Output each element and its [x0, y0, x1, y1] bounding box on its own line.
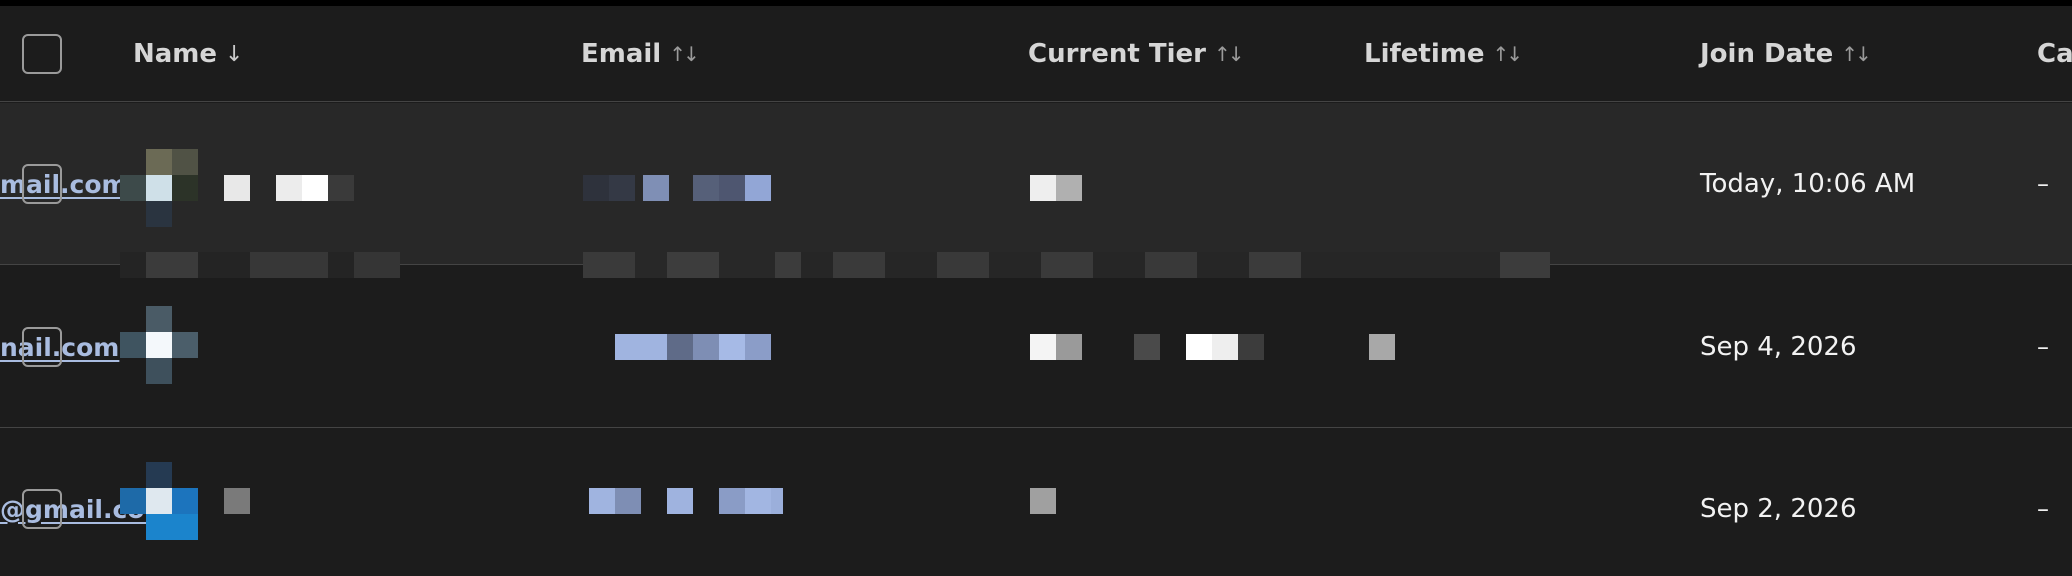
join-date-cell: Today, 10:06 AM: [1700, 103, 1915, 265]
row-checkbox[interactable]: [22, 489, 62, 529]
column-header-cancel[interactable]: Ca: [2037, 6, 2072, 102]
tier-redacted: [1030, 488, 1058, 516]
tier-redacted: [1030, 175, 1086, 203]
cancel-value: –: [2037, 170, 2049, 198]
cancel-cell: –: [2037, 103, 2049, 265]
table-header: Name ↓ Email ↑↓ Current Tier ↑↓ Lifetime…: [0, 6, 2072, 102]
row-select-cell: [22, 428, 62, 576]
join-date: Today, 10:06 AM: [1700, 169, 1916, 199]
column-header-cancel-label: Ca: [2037, 39, 2072, 69]
column-header-email-label: Email: [581, 39, 662, 69]
join-date: Sep 4, 2026: [1700, 332, 1857, 362]
column-header-lifetime-label: Lifetime: [1364, 39, 1485, 69]
column-header-current-tier-label: Current Tier: [1028, 39, 1206, 69]
row-checkbox[interactable]: [22, 164, 62, 204]
members-table-page: Name ↓ Email ↑↓ Current Tier ↑↓ Lifetime…: [0, 0, 2072, 576]
arrow-down-icon: ↓: [225, 41, 244, 67]
tier-redacted: [1030, 334, 1400, 362]
cancel-cell: –: [2037, 266, 2049, 428]
column-header-lifetime[interactable]: Lifetime ↑↓: [1364, 6, 1523, 102]
email-redacted: [583, 488, 793, 516]
join-date-cell: Sep 2, 2026: [1700, 428, 1857, 576]
column-header-join-date-label: Join Date: [1700, 39, 1834, 69]
name-redacted: [224, 175, 354, 203]
cancel-cell: –: [2037, 428, 2049, 576]
column-header-email[interactable]: Email ↑↓: [581, 6, 700, 102]
sort-updown-icon: ↑↓: [1492, 42, 1523, 66]
column-header-name[interactable]: Name ↓: [133, 6, 243, 102]
table-row[interactable]: @gmail.com Sep 2, 2026 –: [0, 428, 2072, 576]
join-date: Sep 2, 2026: [1700, 494, 1857, 524]
avatar: [120, 149, 200, 229]
row-select-cell: [22, 103, 62, 265]
avatar: [120, 306, 200, 386]
column-header-current-tier[interactable]: Current Tier ↑↓: [1028, 6, 1244, 102]
avatar: [120, 462, 200, 542]
table-row[interactable]: mail.com Today, 10:06 AM –: [0, 103, 2072, 265]
column-header-join-date[interactable]: Join Date ↑↓: [1700, 6, 1872, 102]
cancel-value: –: [2037, 333, 2049, 361]
select-all-checkbox[interactable]: [22, 34, 62, 74]
column-header-name-label: Name: [133, 39, 218, 69]
email-redacted: [583, 175, 773, 203]
name-redacted: [224, 488, 252, 516]
sort-updown-icon: ↑↓: [1841, 42, 1871, 66]
row-select-cell: [22, 266, 62, 428]
email-link[interactable]: mail.com: [0, 170, 128, 199]
sort-updown-icon: ↑↓: [1213, 42, 1244, 66]
sort-updown-icon: ↑↓: [669, 42, 699, 66]
cancel-value: –: [2037, 495, 2049, 523]
table-row[interactable]: nail.com Sep 4, 2026 –: [0, 266, 2072, 428]
email-redacted: [583, 334, 793, 362]
select-all-cell: [22, 6, 62, 102]
join-date-cell: Sep 4, 2026: [1700, 266, 1857, 428]
row-checkbox[interactable]: [22, 327, 62, 367]
